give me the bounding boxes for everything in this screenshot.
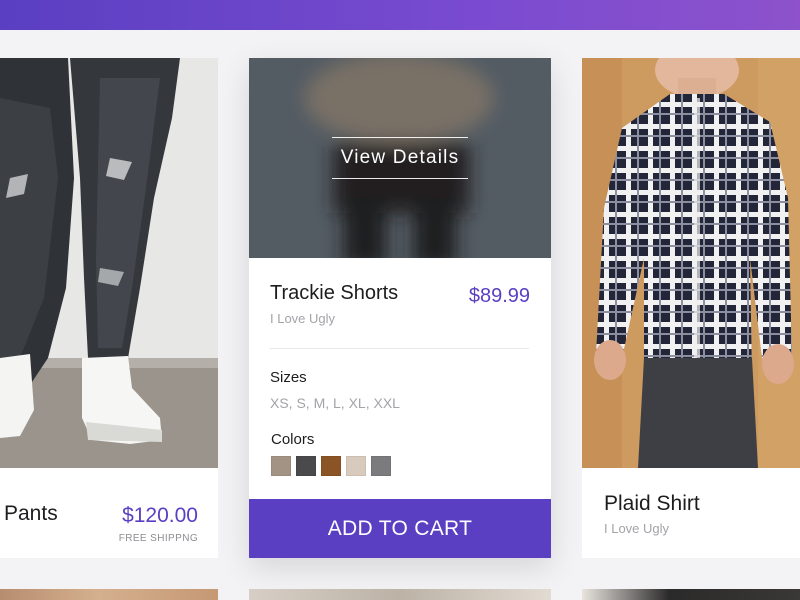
color-swatch[interactable] <box>346 456 366 476</box>
product-card-partial[interactable] <box>249 589 551 600</box>
product-card-plaid-shirt[interactable]: Plaid Shirt I Love Ugly <box>582 58 800 558</box>
product-brand: I Love Ugly <box>270 311 336 326</box>
product-name: Pants <box>4 502 58 525</box>
color-swatch[interactable] <box>271 456 291 476</box>
color-swatches <box>271 456 391 476</box>
color-swatch[interactable] <box>371 456 391 476</box>
shipping-note: FREE SHIPPNG <box>118 533 198 544</box>
product-name: Trackie Shorts <box>270 282 399 304</box>
divider <box>270 348 529 349</box>
product-image-plaid-shirt[interactable] <box>582 58 800 468</box>
product-card-pants[interactable]: Pants $120.00 FREE SHIPPNG <box>0 58 218 558</box>
product-price: $120.00 <box>122 504 198 527</box>
pants-photo-illustration <box>0 58 218 468</box>
product-image-pants[interactable] <box>0 58 218 468</box>
view-details-button[interactable]: View Details <box>332 137 468 179</box>
product-image-trackie-shorts[interactable]: View Details <box>249 58 551 258</box>
product-brand: I Love Ugly <box>604 521 670 536</box>
product-card-partial[interactable] <box>582 589 800 600</box>
product-card-trackie-shorts[interactable]: View Details Trackie Shorts $89.99 I Lov… <box>249 58 551 558</box>
sizes-list: XS, S, M, L, XL, XXL <box>270 395 400 411</box>
shirt-photo-illustration <box>582 58 800 468</box>
product-name: Plaid Shirt <box>604 492 700 515</box>
color-swatch[interactable] <box>321 456 341 476</box>
colors-label: Colors <box>271 431 315 448</box>
product-card-partial[interactable] <box>0 589 218 600</box>
add-to-cart-button[interactable]: ADD TO CART <box>249 499 551 558</box>
top-bar <box>0 0 800 30</box>
sizes-label: Sizes <box>270 369 307 386</box>
color-swatch[interactable] <box>296 456 316 476</box>
product-price: $89.99 <box>468 285 530 307</box>
product-info-pants: Pants $120.00 FREE SHIPPNG <box>0 468 218 558</box>
